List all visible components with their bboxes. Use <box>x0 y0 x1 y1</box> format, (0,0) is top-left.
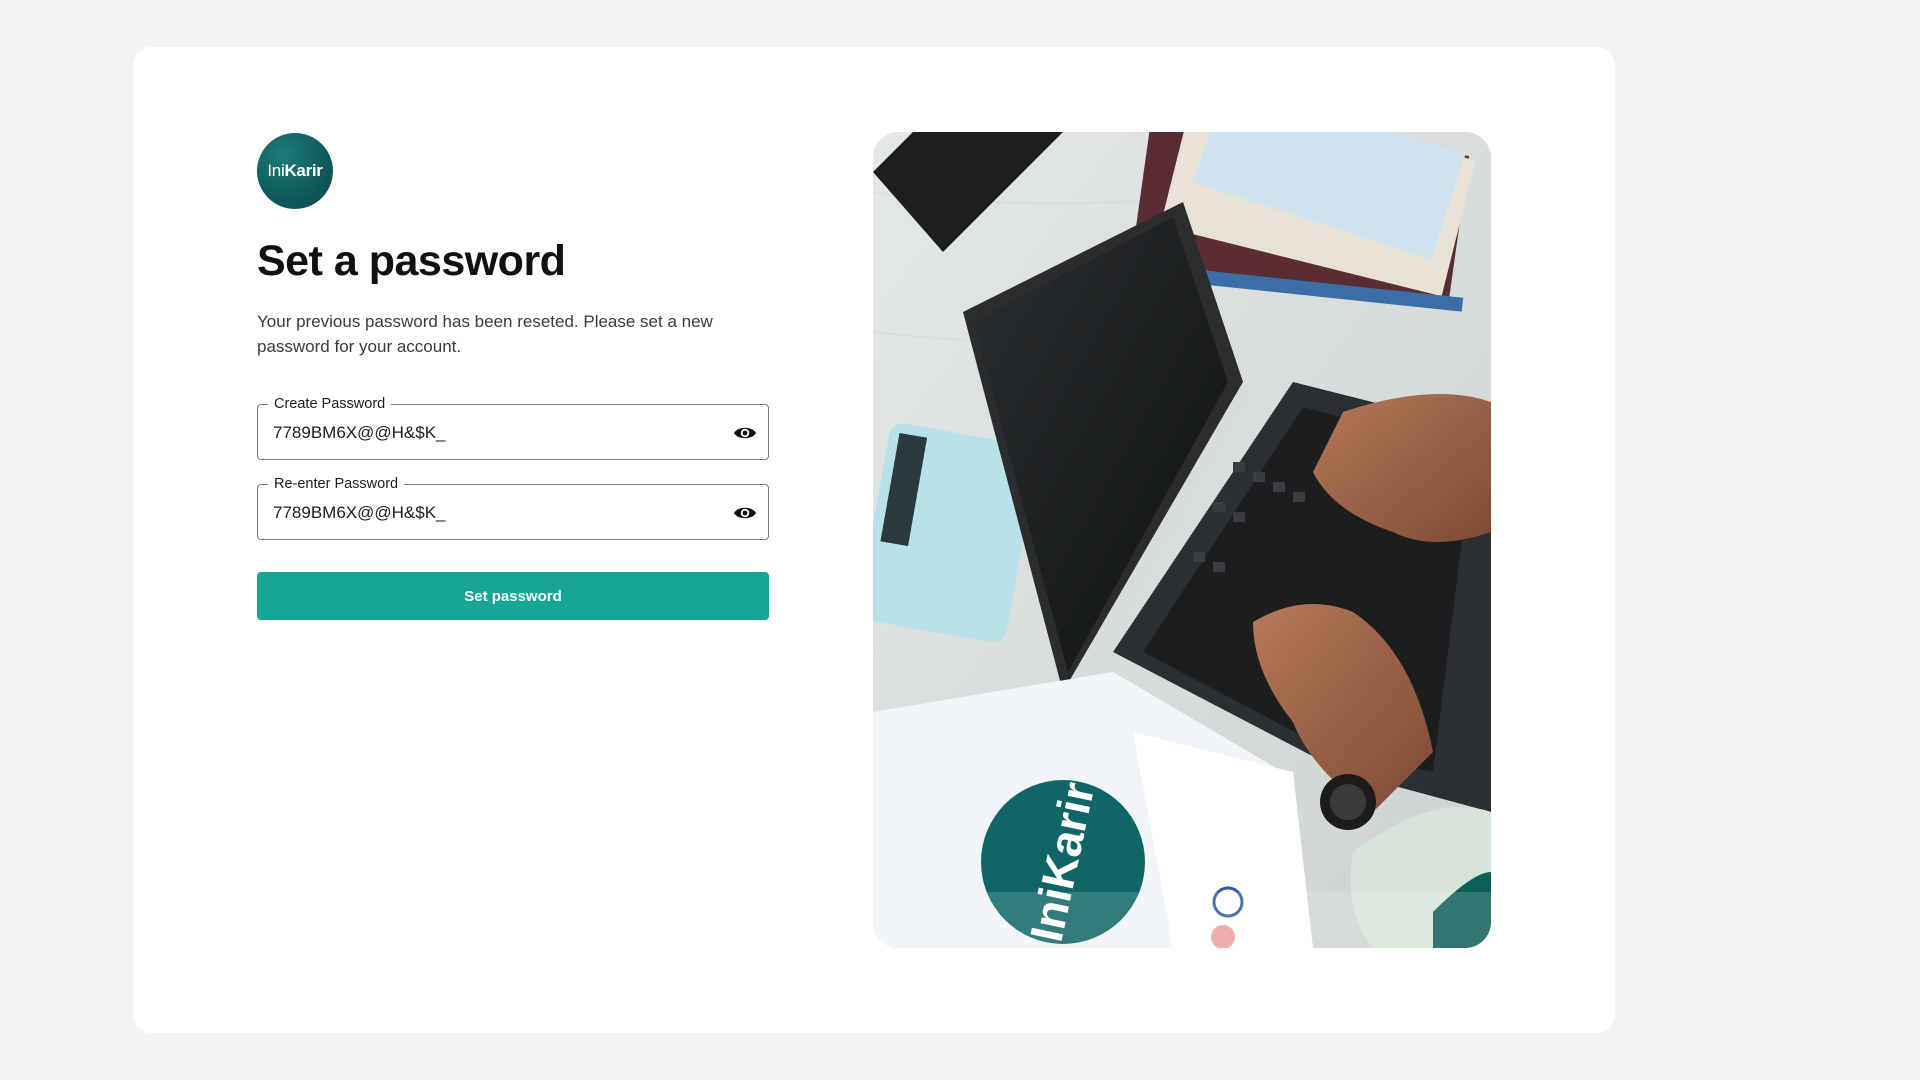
page-title: Set a password <box>257 237 566 285</box>
brand-logo: Ini Karir <box>257 133 333 209</box>
create-password-field[interactable]: Create Password 7789BM6X@@H&$K_ <box>257 395 769 460</box>
reenter-password-label: Re-enter Password <box>268 475 405 493</box>
brand-logo-suffix: Karir <box>284 161 323 180</box>
reenter-password-input[interactable]: 7789BM6X@@H&$K_ <box>273 502 446 524</box>
page-subtitle: Your previous password has been reseted.… <box>257 312 713 356</box>
set-password-button[interactable]: Set password <box>257 572 769 620</box>
create-password-label: Create Password <box>268 395 392 413</box>
eye-icon[interactable] <box>732 420 758 446</box>
brand-logo-prefix: Ini <box>267 161 285 180</box>
hero-photo: IniKarir <box>873 132 1491 948</box>
create-password-input[interactable]: 7789BM6X@@H&$K_ <box>273 422 446 444</box>
reenter-password-field[interactable]: Re-enter Password 7789BM6X@@H&$K_ <box>257 475 769 540</box>
eye-icon[interactable] <box>732 500 758 526</box>
login-card: Ini Karir Set a password Your previous pa… <box>133 47 1615 1033</box>
